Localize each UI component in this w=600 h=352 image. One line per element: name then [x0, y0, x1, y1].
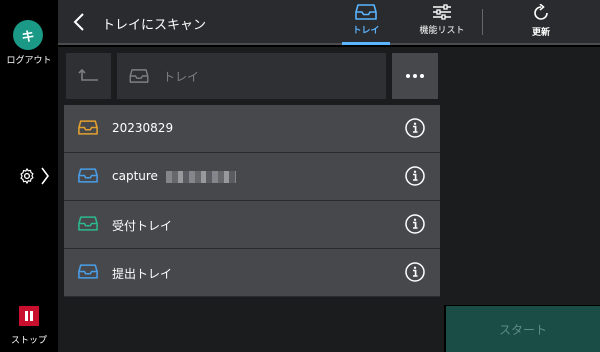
more-options-button[interactable] [392, 53, 438, 99]
back-button[interactable] [72, 11, 88, 33]
active-tab-indicator [342, 42, 390, 45]
tray-icon [355, 4, 377, 20]
logout-label: ログアウト [6, 56, 52, 66]
path-label: トレイ [163, 69, 200, 84]
refresh-icon [534, 4, 548, 20]
list-item-label: capture [112, 169, 158, 183]
list-item-name: capture [112, 169, 236, 183]
logout-glyph: キ [21, 29, 35, 45]
stop-button[interactable] [19, 306, 39, 326]
tray-icon [78, 168, 98, 183]
tab-function-list[interactable]: 機能リスト [408, 4, 476, 42]
arrow-up-left-icon [77, 68, 98, 81]
tab-function-list-label: 機能リスト [419, 26, 465, 36]
info-icon[interactable] [405, 166, 425, 186]
dot-icon [406, 74, 410, 78]
pause-icon [25, 311, 33, 321]
chevron-left-icon [73, 13, 84, 31]
refresh-button[interactable]: 更新 [520, 4, 562, 42]
info-icon[interactable] [405, 214, 425, 234]
sliders-icon [433, 4, 451, 20]
list-item[interactable]: 20230829 [64, 105, 440, 153]
list-item-label: 受付トレイ [112, 219, 173, 233]
tab-tray-label: トレイ [352, 26, 380, 36]
tray-icon [78, 264, 98, 279]
parent-folder-button[interactable] [66, 53, 111, 99]
redacted-text [165, 170, 236, 183]
tray-icon [78, 216, 98, 231]
settings-button[interactable] [18, 164, 54, 188]
list-item-label: 20230829 [112, 121, 174, 135]
tray-list-panel: トレイ 20230829 capture 受付トレイ 提出トレイ [58, 47, 444, 352]
dot-icon [420, 74, 424, 78]
info-icon[interactable] [405, 262, 425, 282]
list-item[interactable]: capture [64, 153, 440, 201]
stop-label: ストップ [10, 336, 47, 346]
left-rail: キ ログアウト ストップ [0, 0, 58, 352]
list-item[interactable]: 提出トレイ [64, 249, 440, 297]
dot-icon [413, 74, 417, 78]
gear-icon [20, 168, 34, 184]
right-panel [444, 47, 600, 305]
tray-icon [129, 69, 149, 83]
chevron-right-icon [41, 167, 49, 185]
start-button[interactable]: スタート [446, 306, 600, 352]
refresh-label: 更新 [531, 28, 550, 38]
tab-divider [482, 9, 483, 35]
tray-list: 20230829 capture 受付トレイ 提出トレイ [64, 105, 440, 297]
page-title: トレイにスキャン [102, 18, 207, 33]
list-item-label: 提出トレイ [112, 267, 173, 281]
current-path: トレイ [117, 53, 386, 99]
tab-tray[interactable]: トレイ [339, 4, 393, 42]
logout-button[interactable]: キ [13, 20, 43, 50]
info-icon[interactable] [405, 118, 425, 138]
header-bar: トレイにスキャン トレイ 機能リスト 更新 [58, 0, 600, 45]
list-item[interactable]: 受付トレイ [64, 201, 440, 249]
tray-icon [78, 120, 98, 135]
